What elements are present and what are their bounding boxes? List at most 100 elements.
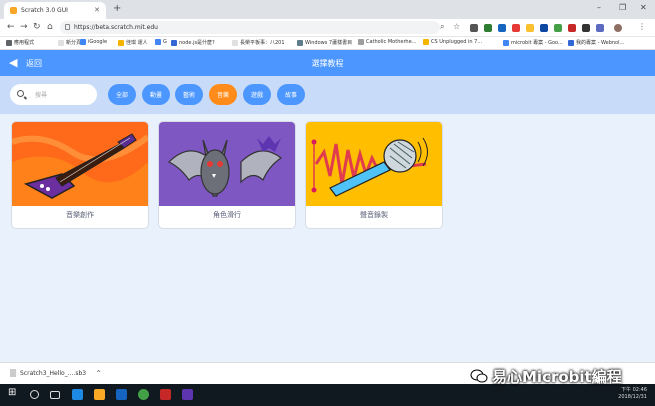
card-label: 音樂創作 [66,211,94,219]
bookmark-item[interactable]: G [155,39,167,45]
search-icon[interactable] [30,390,39,399]
file-icon [10,369,16,377]
category-pill-all[interactable]: 全部 [108,84,136,105]
bookmark-item[interactable]: 新分頁 [58,39,81,46]
scratch-favicon-icon [10,7,17,14]
back-button[interactable]: 返回 [26,58,42,69]
category-pill-music[interactable]: 音樂 [209,84,237,105]
task-view-icon[interactable] [50,391,60,399]
search-placeholder: 搜尋 [35,92,48,99]
explorer-icon[interactable] [94,389,105,400]
bookmark-item[interactable]: 長榮平板事：八201 [232,39,285,46]
bookmark-item[interactable]: microbit 專案 - Goo... [503,39,563,46]
address-url: https://beta.scratch.mit.edu [74,24,158,31]
bookmark-icon [358,39,364,45]
system-clock[interactable]: 下午 02:46 2018/12/31 [618,387,647,401]
browser-tab-strip: Scratch 3.0 GUI ✕ + – ❐ ✕ [0,0,655,19]
app-icon[interactable] [182,389,193,400]
category-pill-animation[interactable]: 動畫 [142,84,170,105]
tab-close-icon[interactable]: ✕ [94,6,100,14]
download-filename: Scratch3_Hello_....sb3 [20,369,87,377]
maximize-icon[interactable]: ❐ [619,3,626,12]
bookmark-item[interactable]: iGoogle [80,39,107,45]
extension-icon[interactable] [512,24,520,32]
zoom-search-icon[interactable]: ⌕ [440,22,444,32]
extension-icon[interactable] [470,24,478,32]
bookmark-star-icon[interactable]: ☆ [453,22,460,31]
bookmark-icon [423,39,429,45]
extension-icon[interactable] [498,24,506,32]
start-windows-icon[interactable]: ⊞ [8,387,19,398]
bookmark-icon [171,39,177,46]
microphone-icon [306,122,442,206]
page-title: 選擇教程 [311,59,344,68]
filter-bar: 搜尋 全部 動畫 藝術 音樂 遊戲 故事 [0,76,655,114]
chevron-up-icon[interactable]: ^ [96,370,101,377]
close-window-icon[interactable]: ✕ [640,3,647,12]
new-tab-button[interactable]: + [113,3,121,14]
menu-kebab-icon[interactable]: ⋮ [638,22,646,31]
search-input[interactable]: 搜尋 [10,84,97,105]
extension-icon[interactable] [526,24,534,32]
bookmark-icon [232,39,238,46]
bookmark-label: iGoogle [88,39,108,45]
extension-icon[interactable] [554,24,562,32]
tutorial-card-glide-sprite[interactable]: 角色滑行 [158,121,296,229]
category-pill-stories[interactable]: 故事 [277,84,305,105]
bookmark-icon [118,39,124,46]
bookmark-item[interactable]: node.js是什麼? [171,39,215,46]
bookmark-label: 我的專案 - Webnol... [576,40,625,46]
tutorial-card-sound-recording[interactable]: 聲音錄製 [305,121,443,229]
bat-sprite-icon [159,122,295,206]
bookmark-label: 新分頁 [66,40,82,46]
word-icon[interactable] [116,389,127,400]
category-pill-art[interactable]: 藝術 [175,84,203,105]
bookmark-item[interactable]: Catholic Motherhe... [358,39,416,45]
bookmark-label: Windows 7蘆樣書目 [305,40,353,46]
address-bar[interactable]: https://beta.scratch.mit.edu [60,21,440,34]
browser-tab[interactable]: Scratch 3.0 GUI ✕ [4,2,106,19]
bookmark-icon [297,39,303,46]
home-icon[interactable]: ⌂ [47,22,53,32]
reload-icon[interactable]: ↻ [33,22,41,32]
forward-nav-icon[interactable]: → [20,22,28,32]
wechat-logo-icon [470,369,488,383]
extension-icon[interactable] [540,24,548,32]
extension-icon[interactable] [568,24,576,32]
search-icon [17,90,24,97]
tutorial-card-music-making[interactable]: 音樂創作 [11,121,149,229]
bookmark-label: Catholic Motherhe... [366,39,417,45]
profile-avatar[interactable] [614,24,622,32]
minimize-icon[interactable]: – [597,3,601,12]
bookmark-item[interactable]: 我的專案 - Webnol... [568,39,624,46]
tutorial-grid: 音樂創作 角色滑行 聲音錄製 [0,114,655,362]
electric-guitar-icon [12,122,148,206]
bookmark-item[interactable]: 佳琪 運人 [118,39,148,46]
bookmark-label: 應用程式 [14,40,35,46]
back-arrow-icon[interactable]: ◀ [9,56,17,69]
bookmark-label: node.js是什麼? [179,40,215,46]
back-nav-icon[interactable]: ← [7,22,15,32]
extension-icon[interactable] [596,24,604,32]
extension-icon[interactable] [484,24,492,32]
windows-taskbar: ⊞ 下午 02:46 2018/12/31 [0,384,655,406]
pdf-reader-icon[interactable] [160,389,171,400]
chrome-icon[interactable] [138,389,149,400]
lock-icon [65,24,70,30]
watermark: 易心Microbit編程 [470,366,622,387]
card-label: 角色滑行 [213,211,241,219]
bookmark-item[interactable]: CS Unplugged in 7... [423,39,482,45]
bookmark-item[interactable]: 應用程式 [6,39,34,46]
edge-icon[interactable] [72,389,83,400]
bookmark-label: CS Unplugged in 7... [431,39,483,45]
bookmark-label: microbit 專案 - Goo... [511,40,563,46]
bookmark-icon [6,39,12,46]
bookmark-label: G [163,39,167,45]
category-pill-games[interactable]: 遊戲 [243,84,271,105]
bookmark-icon [80,39,86,45]
bookmark-item[interactable]: Windows 7蘆樣書目 [297,39,352,46]
download-item[interactable]: Scratch3_Hello_....sb3 ^ [10,369,101,377]
watermark-text: 易心Microbit編程 [492,368,622,386]
bookmark-icon [155,39,161,45]
extension-icon[interactable] [582,24,590,32]
